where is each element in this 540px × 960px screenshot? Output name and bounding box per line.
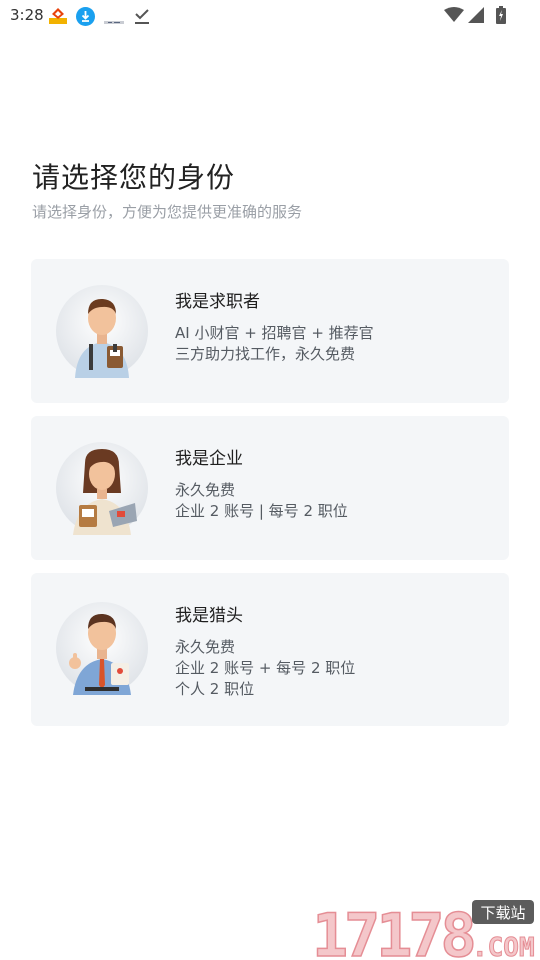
job-seeker-avatar: [55, 284, 149, 378]
role-description: 永久免费 企业 2 账号 + 每号 2 职位 个人 2 职位: [175, 637, 355, 700]
notification-icon: [104, 12, 124, 31]
watermark-tag: 下载站: [480, 904, 525, 922]
role-description-line: 永久免费: [175, 481, 236, 499]
role-description-line: 个人 2 职位: [175, 680, 255, 698]
watermark-logo: 17178 下载站 .COM: [311, 898, 538, 960]
status-time: 3:28: [10, 6, 44, 24]
download-icon: [76, 7, 95, 30]
role-description-line: AI 小财官 + 招聘官 + 推荐官: [175, 324, 374, 342]
watermark-number: 17178: [312, 901, 473, 960]
enterprise-avatar: [55, 441, 149, 535]
role-description-line: 企业 2 账号 + 每号 2 职位: [175, 659, 356, 677]
role-card-job-seeker[interactable]: 我是求职者 AI 小财官 + 招聘官 + 推荐官 三方助力找工作，永久免费: [31, 259, 509, 403]
watermark-domain: .COM: [472, 933, 535, 960]
role-title: 我是猎头: [175, 606, 243, 626]
status-bar: 3:28: [0, 0, 540, 32]
role-description-line: 永久免费: [175, 638, 236, 656]
page-title: 请选择您的身份: [32, 161, 236, 194]
role-title: 我是企业: [175, 449, 243, 469]
role-title: 我是求职者: [175, 292, 260, 312]
headhunter-avatar: [55, 601, 149, 695]
system-status-icons: [444, 6, 506, 28]
signal-icon: [468, 7, 484, 27]
app-badge-icon: [48, 7, 68, 29]
role-description-line: 三方助力找工作，永久免费: [175, 345, 356, 363]
role-description-line: 企业 2 账号 | 每号 2 职位: [175, 502, 348, 520]
role-description: AI 小财官 + 招聘官 + 推荐官 三方助力找工作，永久免费: [175, 323, 374, 365]
role-card-headhunter[interactable]: 我是猎头 永久免费 企业 2 账号 + 每号 2 职位 个人 2 职位: [31, 573, 509, 726]
battery-icon: [496, 6, 506, 28]
page-subtitle: 请选择身份，方便为您提供更准确的服务: [32, 203, 303, 221]
wifi-icon: [444, 7, 464, 27]
role-card-enterprise[interactable]: 我是企业 永久免费 企业 2 账号 | 每号 2 职位: [31, 416, 509, 560]
role-description: 永久免费 企业 2 账号 | 每号 2 职位: [175, 480, 348, 522]
check-icon: [134, 7, 150, 29]
